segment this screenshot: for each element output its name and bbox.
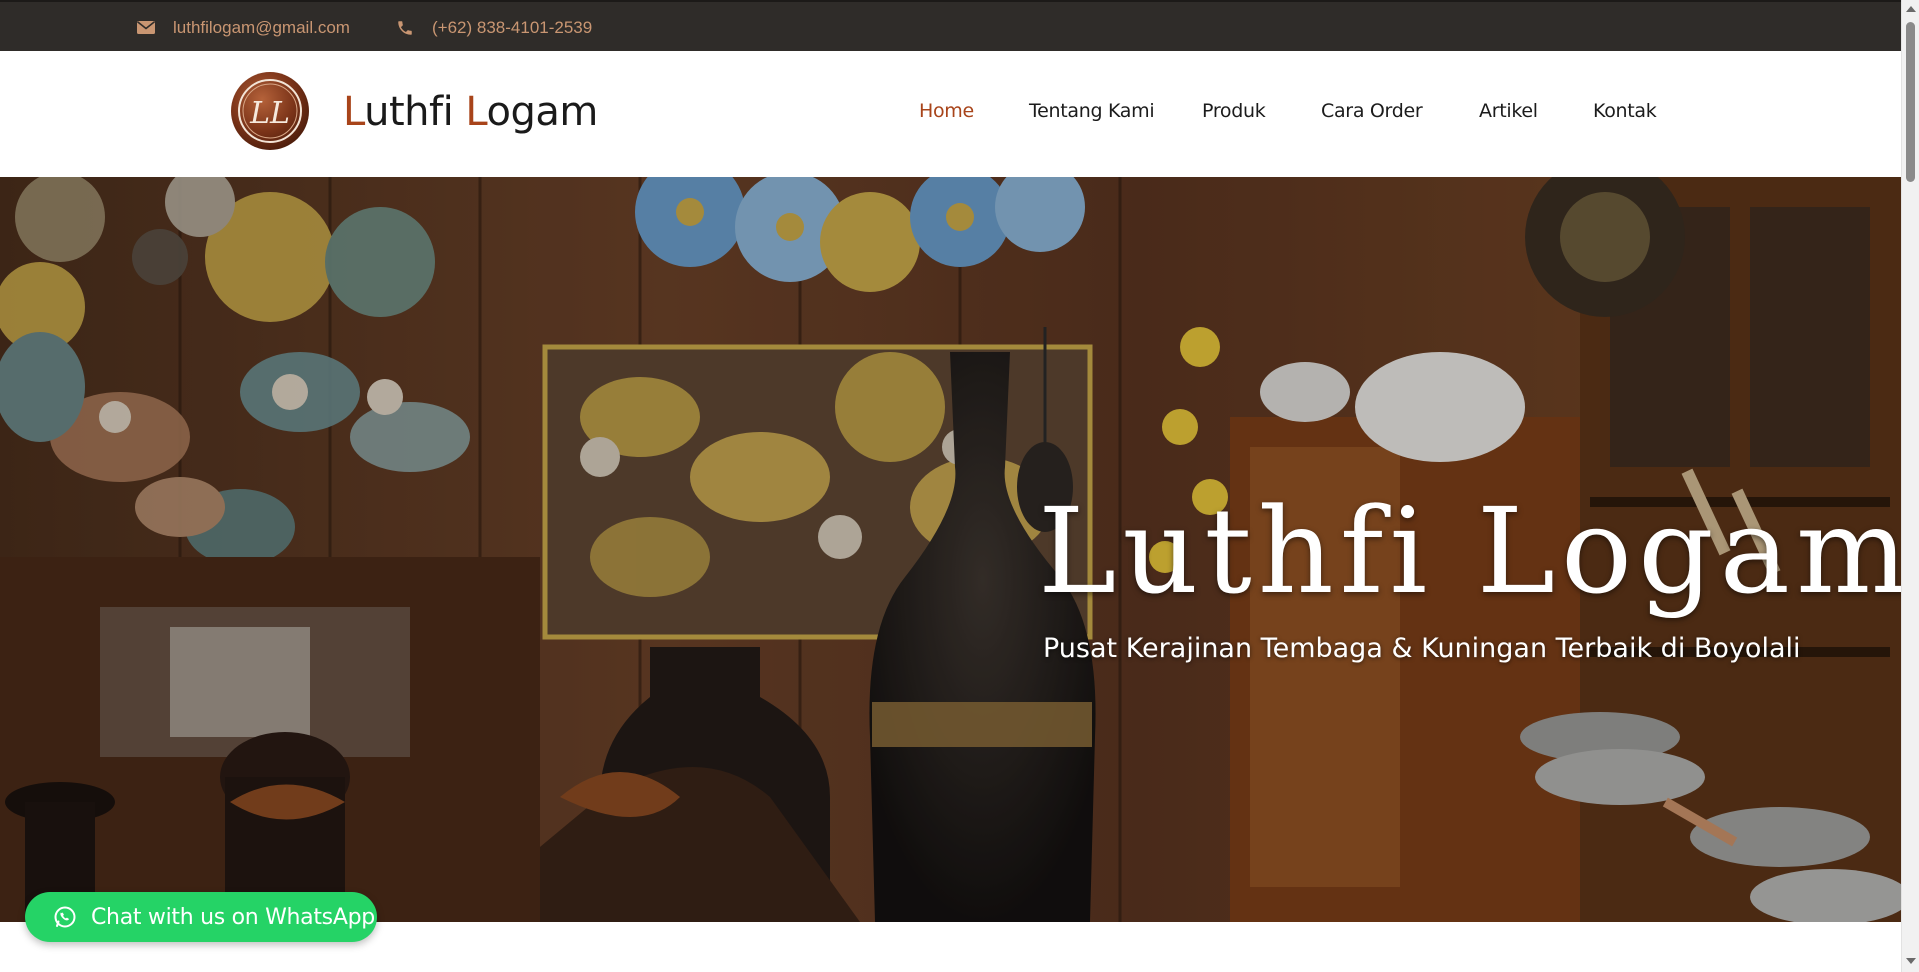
nav-kontak[interactable]: Kontak — [1593, 100, 1657, 122]
whatsapp-chat-button[interactable]: Chat with us on WhatsApp — [25, 892, 377, 942]
hero-title: Luthfi Logam — [1038, 482, 1901, 620]
scrollbar-thumb[interactable] — [1906, 22, 1915, 182]
envelope-icon — [137, 21, 155, 34]
main-nav: Home Tentang Kami Produk Cara Order Arti… — [0, 51, 1901, 177]
nav-artikel[interactable]: Artikel — [1479, 100, 1538, 122]
nav-home[interactable]: Home — [919, 100, 974, 122]
nav-tentang-kami[interactable]: Tentang Kami — [1029, 100, 1155, 122]
hero-subtitle: Pusat Kerajinan Tembaga & Kuningan Terba… — [1043, 633, 1801, 664]
whatsapp-button-label: Chat with us on WhatsApp — [91, 904, 375, 930]
phone-text: (+62) 838-4101-2539 — [432, 17, 593, 37]
scroll-down-arrow-icon[interactable] — [1906, 958, 1916, 964]
top-contact-bar: luthfilogam@gmail.com (+62) 838-4101-253… — [0, 0, 1901, 51]
page-scrollbar[interactable] — [1901, 0, 1919, 972]
hero-banner: Luthfi Logam Pusat Kerajinan Tembaga & K… — [0, 177, 1901, 922]
whatsapp-icon — [54, 906, 76, 928]
email-text: luthfilogam@gmail.com — [173, 17, 350, 37]
nav-produk[interactable]: Produk — [1202, 100, 1266, 122]
email-contact[interactable]: luthfilogam@gmail.com — [137, 2, 350, 53]
nav-cara-order[interactable]: Cara Order — [1321, 100, 1423, 122]
site-header: LL Luthfi Logam Home Tentang Kami Produk… — [0, 51, 1901, 177]
phone-icon — [398, 20, 412, 35]
scroll-up-arrow-icon[interactable] — [1906, 6, 1916, 12]
phone-contact[interactable]: (+62) 838-4101-2539 — [396, 2, 592, 53]
